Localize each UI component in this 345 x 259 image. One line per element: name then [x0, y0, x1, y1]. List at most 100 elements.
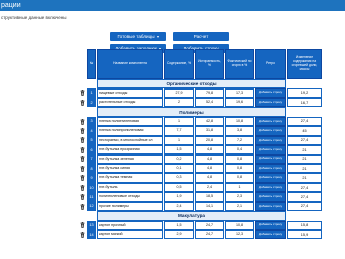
add-row-inline-button[interactable]: Добавить строку [255, 220, 286, 230]
trash-icon[interactable] [80, 127, 85, 134]
content-input[interactable]: 2 [165, 98, 193, 107]
add-row-inline-button[interactable]: Добавить строку [255, 182, 286, 193]
content-input[interactable]: 1,5 [165, 146, 193, 154]
trash-icon[interactable] [80, 137, 85, 144]
component-name-input[interactable]: растительные отходы [98, 98, 162, 107]
fact-input[interactable]: 2,1 [226, 202, 253, 211]
add-row-inline-button[interactable]: Добавить строку [255, 88, 286, 98]
trash-icon[interactable] [80, 194, 85, 200]
content-input[interactable]: 1 [165, 136, 193, 144]
row-number: 10 [87, 182, 96, 193]
content-input[interactable]: 0,2 [165, 155, 193, 163]
wear-input[interactable]: 52,4 [196, 98, 223, 107]
cell-wrapper: 24,7 [195, 220, 224, 230]
add-row-inline-button[interactable]: Добавить строку [255, 116, 286, 127]
add-row-inline-button[interactable]: Добавить строку [255, 163, 286, 174]
wear-input[interactable]: 2,4 [196, 183, 223, 192]
trash-icon[interactable] [80, 184, 85, 191]
wear-input[interactable]: 4,8 [196, 165, 223, 173]
content-input[interactable]: 2,4 [165, 202, 193, 211]
component-name-input[interactable]: пэт-бутылка синяя [98, 165, 162, 173]
content-input[interactable]: 7,7 [165, 127, 193, 135]
trash-icon[interactable] [80, 156, 85, 163]
fact-input[interactable]: 17,3 [226, 89, 253, 97]
content-input[interactable]: 1,5 [165, 221, 193, 229]
cell-wrapper: 1,9 [164, 192, 194, 202]
trash-icon[interactable] [80, 99, 85, 106]
cell-wrapper: 0,8 [225, 163, 254, 174]
content-input[interactable]: 27,9 [165, 89, 193, 97]
cell-wrapper: 10,8 [225, 220, 254, 230]
calculate-button[interactable]: Расчет [173, 32, 229, 41]
fact-input[interactable]: 10,8 [226, 221, 253, 229]
trash-icon[interactable] [80, 175, 85, 181]
component-name-input[interactable]: пленка полиэтиленовая [98, 117, 162, 126]
content-input[interactable]: 0,5 [165, 183, 193, 192]
fact-input[interactable]: 1 [226, 183, 253, 192]
wear-input[interactable]: 79,8 [196, 89, 223, 97]
wear-input[interactable]: 20,8 [196, 136, 223, 144]
add-row-inline-button[interactable]: Добавить строку [255, 154, 286, 164]
component-name-input[interactable]: прочие полимеры [98, 202, 162, 211]
content-input[interactable]: 2,9 [165, 231, 193, 239]
wear-input[interactable]: 4,8 [196, 155, 223, 163]
wear-input[interactable]: 4,8 [196, 146, 223, 154]
info-note: структивные данные включены [1, 15, 67, 20]
fact-input[interactable]: 10,8 [226, 117, 253, 126]
wear-input[interactable]: 14,1 [196, 202, 223, 211]
fact-input[interactable]: 7,2 [226, 136, 253, 144]
cell-wrapper: пэт-бутылка прозрачная [97, 145, 163, 155]
fact-input[interactable]: 3,8 [226, 127, 253, 135]
cell-wrapper: 2 [164, 97, 194, 108]
component-name-input[interactable]: картон мягкий [98, 231, 162, 239]
cell-wrapper: несгораемо, в многослойные сл [97, 135, 163, 146]
fact-input[interactable]: 0,8 [226, 155, 253, 163]
cell-wrapper: 2,4 [164, 201, 194, 212]
content-input[interactable]: 1,9 [165, 193, 193, 201]
component-name-input[interactable]: пэт-бутылка зеленая [98, 155, 162, 163]
cell-wrapper: 1 [164, 116, 194, 127]
add-row-inline-button[interactable]: Добавить строку [255, 145, 286, 155]
component-name-input[interactable]: пэт-бутыль [98, 183, 162, 192]
add-row-inline-button[interactable]: Добавить строку [255, 201, 286, 212]
component-name-input[interactable]: картон прочный [98, 221, 162, 229]
add-row-inline-button[interactable]: Добавить строку [255, 135, 286, 146]
add-row-inline-button[interactable]: Добавить строку [255, 126, 286, 136]
add-row-inline-button[interactable]: Добавить строку [255, 173, 286, 183]
ready-tables-button[interactable]: Готовые таблицы [110, 32, 166, 41]
trash-icon[interactable] [80, 203, 85, 210]
row-number: 1 [87, 88, 96, 98]
trash-icon[interactable] [80, 90, 85, 96]
fact-input[interactable]: 0,8 [226, 165, 253, 173]
trash-icon[interactable] [80, 118, 85, 125]
component-name-input[interactable]: пэт-бутылка темная [98, 174, 162, 182]
add-row-inline-button[interactable]: Добавить строку [255, 230, 286, 240]
wear-input[interactable]: 24,7 [196, 221, 223, 229]
add-row-inline-button[interactable]: Добавить строку [255, 192, 286, 202]
content-input[interactable]: 0,3 [165, 174, 193, 182]
wear-input[interactable]: 18,5 [196, 193, 223, 201]
fact-input[interactable]: 12,3 [226, 231, 253, 239]
component-name-input[interactable]: полиэтиленовые отходы [98, 193, 162, 201]
add-row-inline-button[interactable]: Добавить строку [255, 97, 286, 108]
component-name-input[interactable]: пэт-бутылка прозрачная [98, 146, 162, 154]
content-input[interactable]: 1 [165, 117, 193, 126]
trash-icon[interactable] [80, 165, 85, 172]
fact-input[interactable]: 0,4 [226, 146, 253, 154]
wear-input[interactable]: 24,7 [196, 231, 223, 239]
wear-input[interactable]: 42,8 [196, 117, 223, 126]
component-name-input[interactable]: пищевые отходы [98, 89, 162, 97]
component-name-input[interactable]: несгораемо, в многослойные сл [98, 136, 162, 144]
trash-icon[interactable] [80, 146, 85, 153]
fact-input[interactable]: 19,6 [226, 98, 253, 107]
value-cell: 27,4 [287, 135, 322, 146]
fact-input[interactable]: 2,3 [226, 193, 253, 201]
wear-input[interactable]: 4,8 [196, 174, 223, 182]
content-input[interactable]: 0,1 [165, 165, 193, 173]
trash-icon[interactable] [80, 222, 85, 229]
component-name-input[interactable]: пленка полипропиленовая [98, 127, 162, 135]
wear-input[interactable]: 31,8 [196, 127, 223, 135]
trash-icon[interactable] [80, 231, 85, 238]
cell-wrapper: полиэтиленовые отходы [97, 192, 163, 202]
fact-input[interactable]: 0,8 [226, 174, 253, 182]
